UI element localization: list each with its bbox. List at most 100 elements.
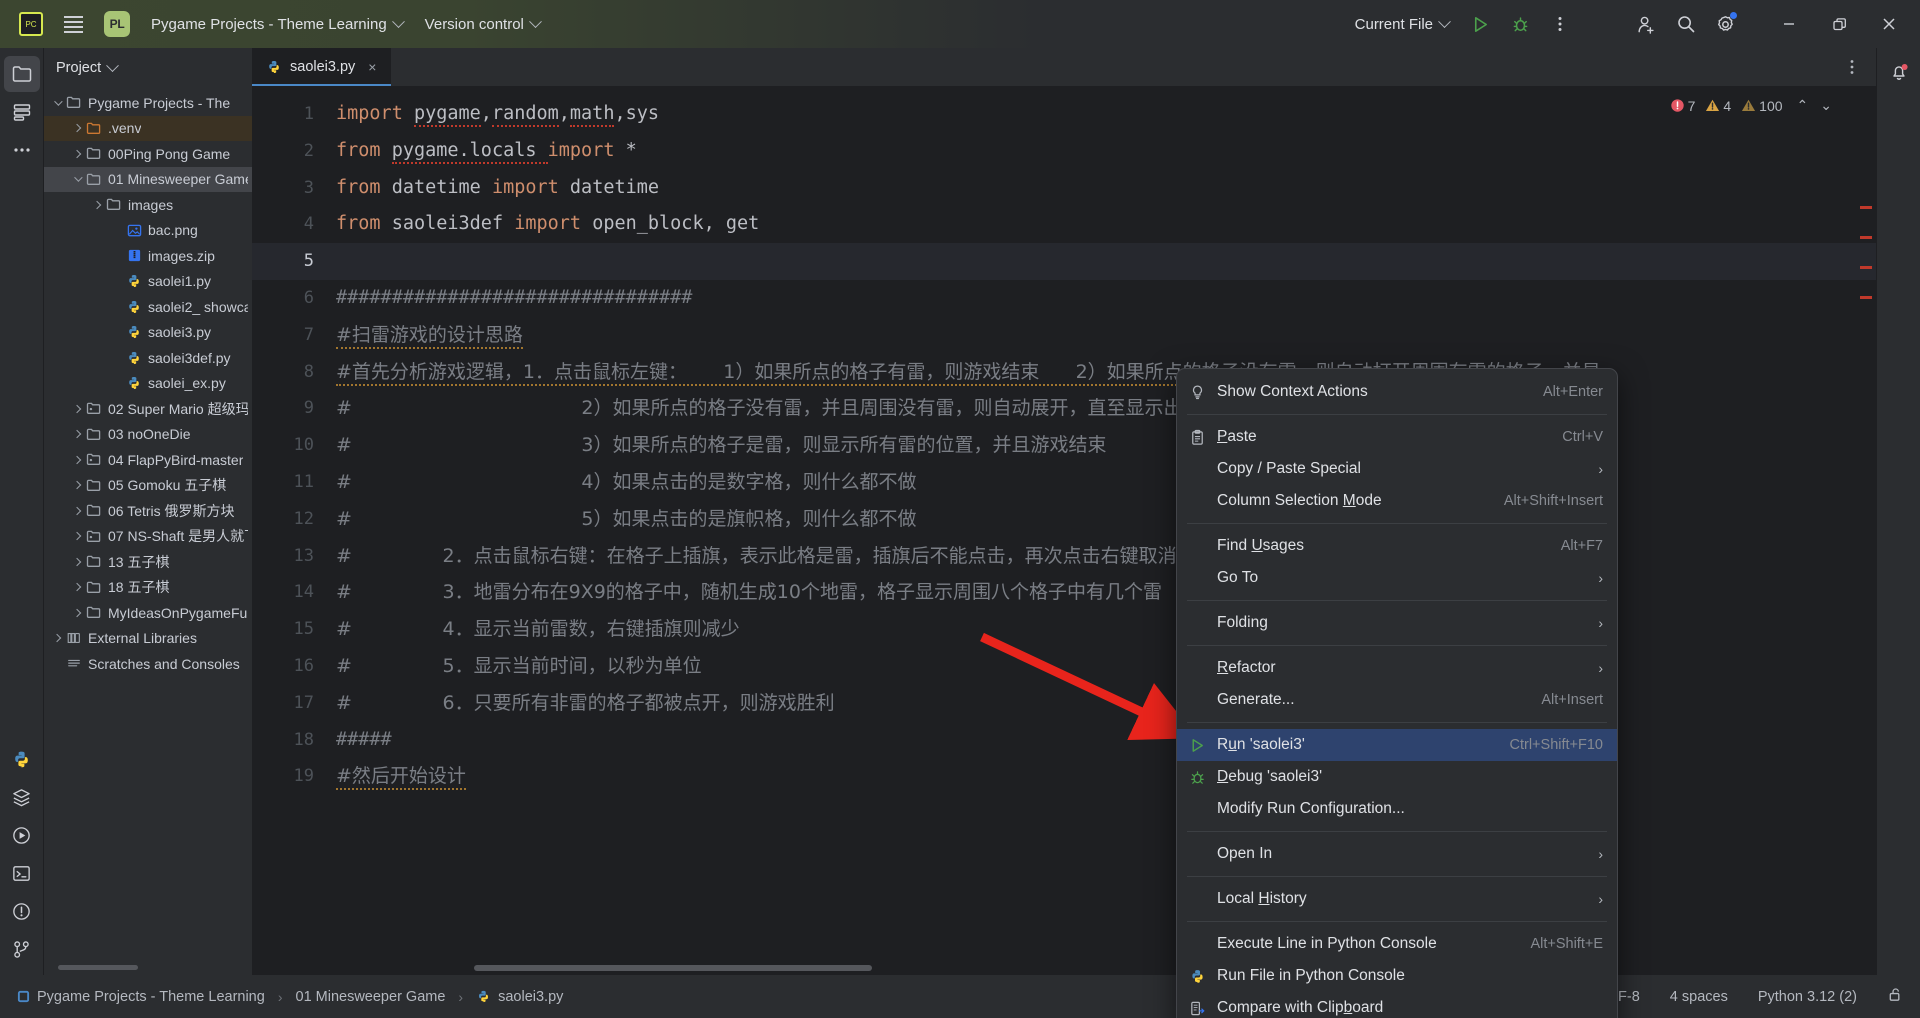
chevron-right-icon[interactable] [70,481,84,490]
code-line[interactable]: # 3）如果所点的格子是雷，则显示所有雷的位置，并且游戏结束 [328,427,1876,464]
chevron-right-icon[interactable] [70,506,84,515]
run-configuration-selector[interactable]: Current File [1346,9,1458,39]
gear-icon[interactable] [1708,8,1744,40]
code-line[interactable]: #扫雷游戏的设计思路 [328,317,1876,354]
menu-item-modify-run-configuration[interactable]: Modify Run Configuration... [1177,793,1617,825]
more-tool-windows-icon[interactable] [4,132,40,168]
tree-item[interactable]: 03 noOneDie [44,422,252,448]
code-line[interactable]: ################################ [328,280,1876,317]
menu-item-local-history[interactable]: Local History › [1177,883,1617,915]
menu-item-run-file-in-python-console[interactable]: Run File in Python Console [1177,960,1617,992]
project-tree[interactable]: Pygame Projects - The .venv 00Ping Pong Ga… [44,88,252,975]
debug-icon[interactable] [1502,8,1538,40]
close-icon[interactable] [1866,0,1912,48]
tree-item[interactable]: saolei2_ showcase [44,294,252,320]
hamburger-menu-icon[interactable] [56,7,90,41]
error-stripe-markers[interactable] [1860,206,1872,326]
chevron-right-icon[interactable] [70,124,84,133]
breadcrumb-folder[interactable]: 01 Minesweeper Game [291,986,451,1008]
breadcrumb-project[interactable]: Pygame Projects - Theme Learning [12,986,270,1008]
notifications-bell-icon[interactable] [1881,54,1917,90]
maximize-icon[interactable] [1816,0,1862,48]
error-count-group[interactable]: 7 [1670,98,1695,114]
terminal-icon[interactable] [4,855,40,891]
menu-item-debug-saolei3[interactable]: Debug 'saolei3' [1177,761,1617,793]
menu-item-run-saolei3[interactable]: Run 'saolei3' Ctrl+Shift+F10 [1177,729,1617,761]
menu-item-show-context-actions[interactable]: Show Context Actions Alt+Enter [1177,376,1617,408]
breadcrumb-file[interactable]: saolei3.py [471,986,568,1008]
tree-item[interactable]: 01 Minesweeper Game [44,166,252,192]
code-line[interactable]: ##### [328,722,1876,759]
chevron-right-icon[interactable] [90,200,104,209]
menu-item-open-in[interactable]: Open In › [1177,838,1617,870]
warning-count-group[interactable]: 4 [1705,98,1731,114]
code-content[interactable]: import pygame,random,math,sys from pygame… [328,86,1876,975]
unlocked-icon[interactable] [1883,983,1908,1010]
code-line[interactable] [328,243,1876,280]
editor-horizontal-scrollbar[interactable] [252,965,1876,975]
tree-item[interactable]: 00Ping Pong Game [44,141,252,167]
code-line[interactable]: # 6．只要所有非雷的格子都被点开，则游戏胜利 [328,685,1876,722]
version-control-dropdown[interactable]: Version control [416,9,549,39]
inspections-widget[interactable]: 7 4 100 ⌃ ⌄ [1670,94,1836,117]
close-icon[interactable]: × [363,58,381,76]
chevron-right-icon[interactable] [70,557,84,566]
search-icon[interactable] [1668,8,1704,40]
tree-item[interactable]: Scratches and Consoles [44,651,252,677]
python-packages-icon[interactable] [4,741,40,777]
tree-item[interactable]: 02 Super Mario 超级玛 [44,396,252,422]
version-control-icon[interactable] [4,931,40,967]
menu-item-refactor[interactable]: Refactor › [1177,652,1617,684]
tree-item[interactable]: External Libraries [44,626,252,652]
editor-options-icon[interactable] [1834,51,1870,83]
code-line[interactable]: # 4．显示当前雷数，右键插旗则减少 [328,611,1876,648]
tree-item[interactable]: images.zip [44,243,252,269]
tree-item[interactable]: 13 五子棋 [44,549,252,575]
menu-item-column-selection-mode[interactable]: Column Selection Mode Alt+Shift+Insert [1177,485,1617,517]
tree-item[interactable]: saolei3def.py [44,345,252,371]
chevron-right-icon[interactable] [70,583,84,592]
chevron-right-icon[interactable] [70,608,84,617]
menu-item-compare-with-clipboard[interactable]: Compare with Clipboard [1177,992,1617,1018]
code-line[interactable]: from saolei3def import open_block, get [328,206,1876,243]
tree-item[interactable]: 07 NS-Shaft 是男人就下 [44,524,252,550]
code-line[interactable]: # 4）如果点击的是数字格，则什么都不做 [328,464,1876,501]
python-interpreter[interactable]: Python 3.12 (2) [1754,986,1861,1008]
problems-icon[interactable] [4,893,40,929]
tree-item[interactable]: saolei3.py [44,320,252,346]
tab-saolei3-py[interactable]: saolei3.py × [252,48,392,86]
project-panel-header[interactable]: Project [44,48,252,88]
chevron-right-icon[interactable] [70,430,84,439]
tree-item[interactable]: MyIdeasOnPygameFun [44,600,252,626]
menu-item-execute-line-in-python-console[interactable]: Execute Line in Python Console Alt+Shift+… [1177,928,1617,960]
code-line[interactable]: # 3．地雷分布在9X9的格子中，随机生成10个地雷，格子显示周围八个格子中有几… [328,574,1876,611]
menu-item-find-usages[interactable]: Find Usages Alt+F7 [1177,530,1617,562]
account-add-icon[interactable] [1628,8,1664,40]
weak-warning-count-group[interactable]: 100 [1741,98,1783,114]
menu-item-go-to[interactable]: Go To › [1177,562,1617,594]
minimize-icon[interactable] [1766,0,1812,48]
structure-icon[interactable] [4,779,40,815]
tree-item[interactable]: .venv [44,115,252,141]
code-line[interactable]: import pygame,random,math,sys [328,96,1876,133]
code-line[interactable]: # 5．显示当前时间，以秒为单位 [328,648,1876,685]
tree-item[interactable]: 18 五子棋 [44,575,252,601]
code-line[interactable]: # 5）如果点击的是旗帜格，则什么都不做 [328,501,1876,538]
chevron-down-icon[interactable] [70,173,84,183]
code-editor[interactable]: 1 2 3 4 5 6 7 8 9 10 11 12 13 14 15 16 17 18 19 import pyg… [252,86,1876,975]
menu-item-paste[interactable]: Paste Ctrl+V [1177,421,1617,453]
chevron-right-icon[interactable] [70,149,84,158]
tree-item[interactable]: 06 Tetris 俄罗斯方块 [44,498,252,524]
menu-item-folding[interactable]: Folding › [1177,607,1617,639]
project-tool-icon[interactable] [3,56,40,92]
tree-item[interactable]: 04 FlapPyBird-master [44,447,252,473]
chevron-right-icon[interactable] [70,455,84,464]
commit-tool-icon[interactable] [4,94,40,130]
tree-item[interactable]: images [44,192,252,218]
previous-problem-button[interactable]: ⌃ [1793,94,1813,117]
menu-item-copy-paste-special[interactable]: Copy / Paste Special › [1177,453,1617,485]
run-tool-icon[interactable] [4,817,40,853]
chevron-right-icon[interactable] [70,532,84,541]
code-line[interactable]: from datetime import datetime [328,170,1876,207]
editor-context-menu[interactable]: Show Context Actions Alt+Enter Paste Ctrl+V… [1176,368,1618,1018]
